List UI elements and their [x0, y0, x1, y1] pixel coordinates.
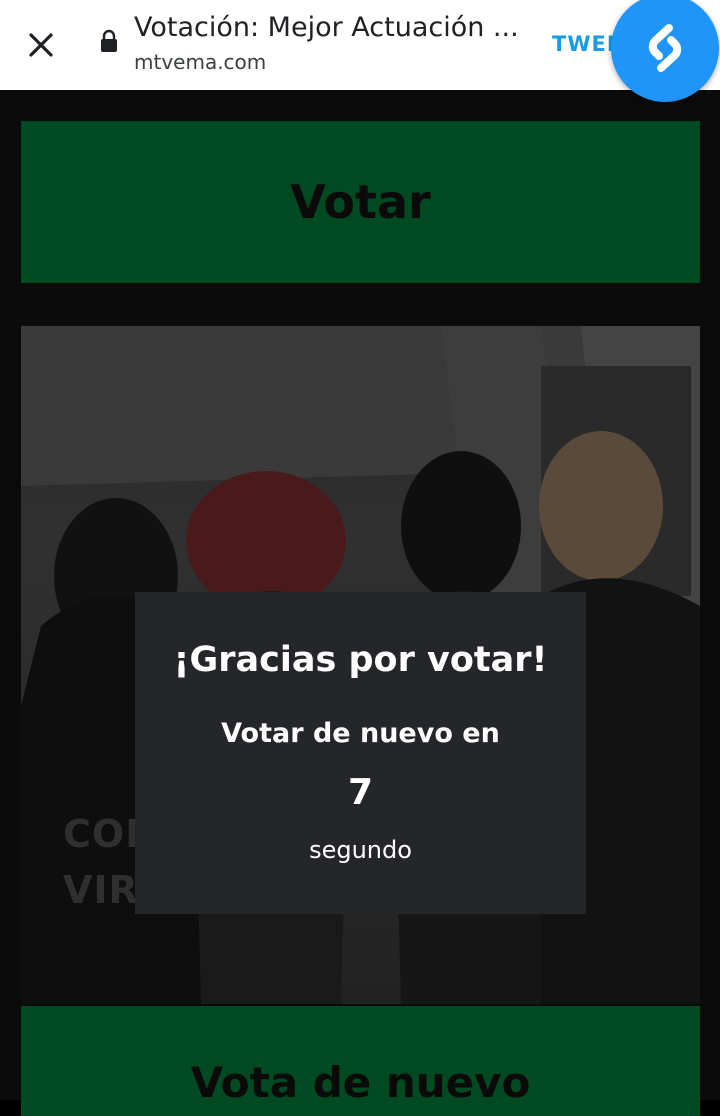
countdown-value: 7: [347, 772, 374, 813]
page-title: Votación: Mejor Actuación ...: [134, 12, 519, 43]
countdown-unit: segundo: [309, 836, 412, 864]
close-icon: [29, 33, 53, 57]
lock-icon: [101, 29, 117, 52]
modal-title: ¡Gracias por votar!: [173, 640, 548, 680]
modal-subtitle: Votar de nuevo en: [221, 718, 500, 749]
vote-button-label: Votar: [290, 175, 431, 229]
vote-again-label: Vota de nuevo: [190, 1058, 531, 1107]
thank-you-modal: ¡Gracias por votar! Votar de nuevo en 7 …: [135, 592, 586, 914]
browser-toolbar: Votación: Mejor Actuación ... mtvema.com…: [0, 0, 720, 102]
shazam-icon: [648, 24, 682, 72]
page-url: mtvema.com: [134, 50, 267, 74]
close-button[interactable]: [18, 22, 64, 68]
shazam-floating-button[interactable]: [611, 0, 719, 102]
vote-button[interactable]: Votar: [21, 121, 700, 283]
